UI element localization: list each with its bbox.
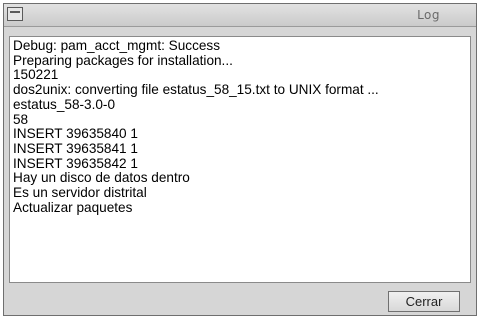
log-window: Log Debug: pam_acct_mgmt: Success Prepar… xyxy=(3,3,477,316)
log-line: Es un servidor distrital xyxy=(13,185,147,201)
log-line: Actualizar paquetes xyxy=(13,199,133,215)
log-line: INSERT 39635842 1 xyxy=(13,155,138,171)
log-line: dos2unix: converting file estatus_58_15.… xyxy=(13,82,379,98)
log-line: estatus_58-3.0-0 xyxy=(13,96,116,112)
title-bar[interactable]: Log xyxy=(4,4,476,27)
window-menu-icon[interactable] xyxy=(7,7,23,21)
log-line: Debug: pam_acct_mgmt: Success xyxy=(13,38,221,53)
button-bar: Cerrar xyxy=(4,284,476,315)
close-button[interactable]: Cerrar xyxy=(388,291,460,312)
log-line: INSERT 39635841 1 xyxy=(13,140,138,156)
log-line: Hay un disco de datos dentro xyxy=(13,170,190,186)
window-title: Log xyxy=(417,8,440,22)
log-line: Preparing packages for installation... xyxy=(13,52,233,68)
log-line: 150221 xyxy=(13,67,59,83)
window-menu-icon-bar xyxy=(10,11,20,13)
log-text-area[interactable]: Debug: pam_acct_mgmt: Success Preparing … xyxy=(9,36,471,283)
log-line: INSERT 39635840 1 xyxy=(13,126,138,142)
log-line: 58 xyxy=(13,111,29,127)
